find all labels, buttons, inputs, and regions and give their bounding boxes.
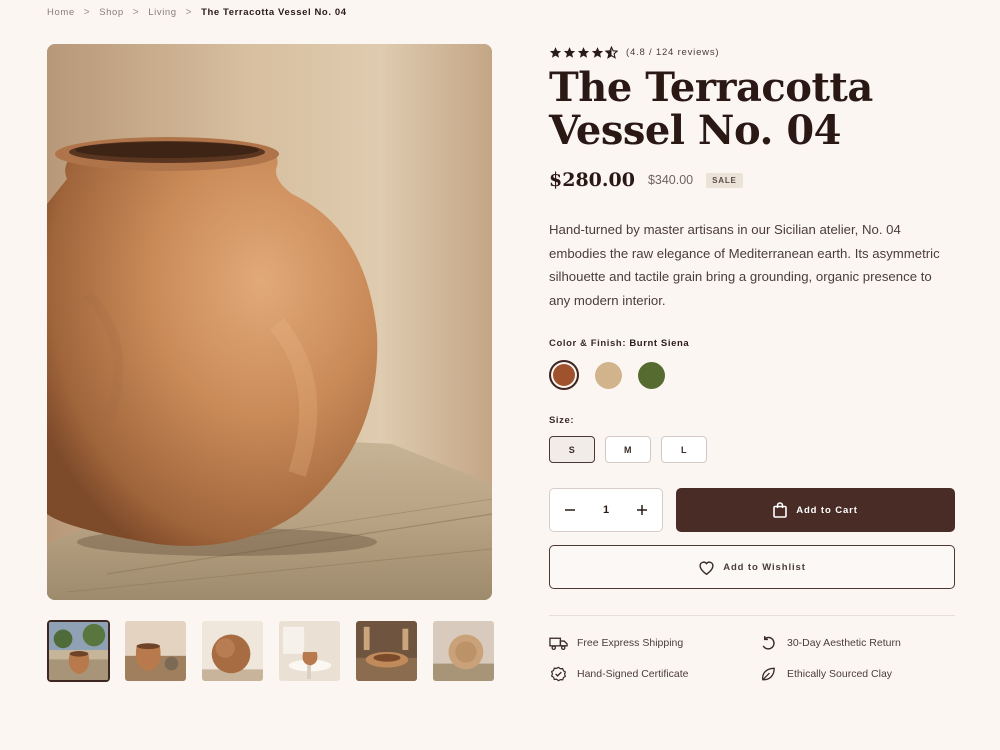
thumbnail-6[interactable] <box>432 620 495 682</box>
divider <box>549 615 955 616</box>
feature-certificate: Hand-Signed Certificate <box>549 666 759 682</box>
star-rating <box>549 45 618 59</box>
size-button-l[interactable]: L <box>661 436 707 463</box>
add-to-cart-button[interactable]: Add to Cart <box>676 488 955 532</box>
thumbnail-2[interactable] <box>124 620 187 682</box>
certificate-icon <box>550 666 567 682</box>
rating-text[interactable]: (4.8 / 124 reviews) <box>626 47 719 58</box>
size-label: Size: <box>549 415 575 426</box>
feature-shipping: Free Express Shipping <box>549 635 759 651</box>
rating: (4.8 / 124 reviews) <box>549 44 955 60</box>
add-to-wishlist-button[interactable]: Add to Wishlist <box>549 545 955 589</box>
breadcrumb-current: The Terracotta Vessel No. 04 <box>201 7 347 18</box>
truck-icon <box>549 637 568 651</box>
size-button-m[interactable]: M <box>605 436 651 463</box>
color-label-text: Color & Finish: <box>549 338 627 349</box>
add-to-wishlist-label: Add to Wishlist <box>723 561 806 573</box>
thumbnail-4[interactable] <box>278 620 341 682</box>
star-icon <box>549 46 562 58</box>
shopping-bag-icon <box>773 502 787 518</box>
plus-icon <box>637 505 647 515</box>
thumbnail-5[interactable] <box>355 620 418 682</box>
star-icon <box>563 46 576 58</box>
increase-quantity-button[interactable] <box>635 503 649 517</box>
feature-clay: Ethically Sourced Clay <box>759 666 955 682</box>
return-icon <box>762 636 775 650</box>
swatch-burnt-siena[interactable] <box>549 360 579 390</box>
quantity-value[interactable]: 1 <box>603 504 609 516</box>
breadcrumb-separator: > <box>185 7 193 18</box>
star-icon <box>591 46 604 58</box>
quantity-stepper: 1 <box>549 488 663 532</box>
breadcrumb-living[interactable]: Living <box>148 7 176 18</box>
feature-return: 30-Day Aesthetic Return <box>759 635 955 651</box>
breadcrumb-separator: > <box>132 7 140 18</box>
feature-clay-label: Ethically Sourced Clay <box>787 668 893 680</box>
current-price: $280.00 <box>549 169 635 191</box>
swatch-sand[interactable] <box>595 361 622 389</box>
size-button-s[interactable]: S <box>549 436 595 463</box>
sale-badge: SALE <box>706 172 743 188</box>
thumbnail-1[interactable] <box>47 620 110 682</box>
price-row: $280.00 $340.00 SALE <box>549 169 955 191</box>
feature-certificate-label: Hand-Signed Certificate <box>577 668 689 680</box>
vase-photo <box>47 44 492 600</box>
product-details: (4.8 / 124 reviews) The Terracotta Vesse… <box>549 44 955 682</box>
feature-shipping-label: Free Express Shipping <box>577 637 684 649</box>
size-options: S M L <box>549 436 955 463</box>
feature-list: Free Express Shipping 30-Day Aesthetic R… <box>549 635 955 682</box>
product-main-image[interactable] <box>47 44 492 600</box>
breadcrumb-shop[interactable]: Shop <box>99 7 124 18</box>
heart-icon <box>699 560 714 575</box>
product-description: Hand-turned by master artisans in our Si… <box>549 222 940 308</box>
color-label: Color & Finish: Burnt Siena <box>549 338 955 349</box>
color-swatches <box>549 360 955 390</box>
original-price: $340.00 <box>647 173 694 187</box>
feature-return-label: 30-Day Aesthetic Return <box>787 637 901 649</box>
star-icon <box>577 46 590 58</box>
product-title-line1: The Terracotta <box>549 64 873 111</box>
breadcrumb-separator: > <box>83 7 91 18</box>
selected-color-name: Burnt Siena <box>629 338 690 349</box>
swatch-olive[interactable] <box>638 361 665 389</box>
product-title-line2: Vessel No. 04 <box>549 107 841 154</box>
thumbnail-3[interactable] <box>201 620 264 682</box>
product-title: The Terracotta Vessel No. 04 <box>549 66 955 152</box>
breadcrumb: Home > Shop > Living > The Terracotta Ve… <box>47 7 347 18</box>
minus-icon <box>565 509 575 511</box>
decrease-quantity-button[interactable] <box>563 503 577 517</box>
breadcrumb-home[interactable]: Home <box>47 7 75 18</box>
half-star-icon <box>605 45 618 59</box>
thumbnail-strip <box>47 620 495 682</box>
cart-row: 1 Add to Cart <box>549 488 955 532</box>
leaf-icon <box>762 667 775 681</box>
add-to-cart-label: Add to Cart <box>796 504 858 516</box>
